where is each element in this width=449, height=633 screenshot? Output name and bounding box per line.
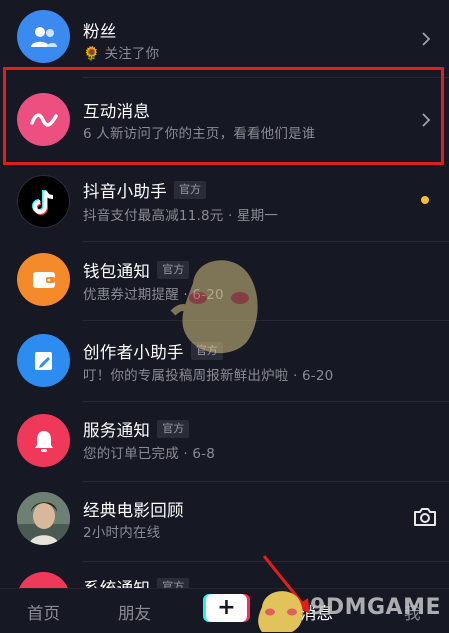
interaction-title: 互动消息: [83, 102, 151, 121]
watermark-text: 9DMGAME: [310, 595, 441, 620]
interaction-title-line: 互动消息: [83, 98, 150, 122]
system-notice-avatar: [17, 572, 70, 588]
unread-dot: [421, 196, 429, 204]
fans-subtitle-text: 关注了你: [104, 46, 160, 62]
people-icon: [17, 10, 70, 63]
creator-title: 创作者小助手: [83, 343, 184, 362]
fans-subtitle: 🌻 关注了你: [83, 42, 159, 62]
classic-movies-title-line: 经典电影回顾: [83, 497, 184, 521]
interaction-wave-icon: [17, 93, 70, 146]
list-item-fans[interactable]: 粉丝 🌻 关注了你: [0, 0, 449, 78]
official-badge: 官方: [174, 181, 206, 199]
wallet-icon: [17, 253, 70, 306]
list-item-douyin-assistant[interactable]: 抖音小助手 官方 抖音支付最高减11.8元 · 星期一: [0, 172, 449, 252]
douyin-assistant-title-line: 抖音小助手 官方: [83, 178, 206, 202]
service-title-line: 服务通知 官方: [83, 417, 190, 441]
list-item-classic-movies[interactable]: 经典电影回顾 2小时内在线: [0, 491, 449, 571]
list-item-service-notice[interactable]: 服务通知 官方 您的订单已完成 · 6-8: [0, 411, 449, 491]
list-item-creator-assistant[interactable]: 创作者小助手 官方 叮！你的专属投稿周报新鲜出炉啦 · 6-20: [0, 331, 449, 411]
create-button[interactable]: +: [206, 594, 247, 622]
watermark-mascot-icon: [258, 591, 303, 632]
edit-icon: [17, 334, 70, 387]
tab-friends[interactable]: 朋友: [118, 600, 151, 624]
creator-subtitle: 叮！你的专属投稿周报新鲜出炉啦 · 6-20: [83, 368, 334, 384]
wallet-subtitle: 优惠券过期提醒 · 6-20: [83, 287, 224, 303]
tiktok-logo-icon: [17, 175, 70, 228]
list-item-wallet-notice[interactable]: 钱包通知 官方 优惠券过期提醒 · 6-20: [0, 250, 449, 330]
official-badge: 官方: [157, 578, 190, 588]
interaction-subtitle: 6 人新访问了你的主页，看看他们是谁: [83, 126, 316, 142]
chevron-right-icon: [422, 32, 431, 46]
plus-icon: +: [217, 595, 236, 620]
official-badge: 官方: [190, 342, 223, 360]
bell-icon: [17, 414, 70, 467]
list-item-interaction[interactable]: 互动消息 6 人新访问了你的主页，看看他们是谁: [0, 78, 449, 166]
classic-movies-subtitle: 2小时内在线: [83, 525, 161, 541]
official-badge: 官方: [157, 420, 190, 438]
wallet-title: 钱包通知: [83, 262, 151, 281]
divider: [83, 481, 449, 482]
divider: [83, 241, 449, 242]
list-item-system-notice[interactable]: 系统通知 官方: [0, 570, 449, 588]
douyin-assistant-title: 抖音小助手: [83, 182, 167, 201]
divider: [83, 320, 449, 321]
user-photo-avatar: [17, 492, 70, 545]
camera-icon[interactable]: [412, 506, 438, 528]
fans-title: 粉丝: [83, 22, 117, 41]
sunflower-icon: 🌻: [83, 46, 101, 62]
system-title-line: 系统通知 官方: [83, 575, 190, 588]
service-subtitle: 您的订单已完成 · 6-8: [83, 446, 216, 462]
classic-movies-title: 经典电影回顾: [83, 501, 184, 520]
fans-title-line: 粉丝: [83, 18, 117, 42]
system-title: 系统通知: [83, 575, 150, 588]
douyin-assistant-subtitle: 抖音支付最高减11.8元 · 星期一: [83, 208, 279, 224]
tab-home[interactable]: 首页: [27, 600, 60, 624]
divider: [83, 401, 449, 402]
official-badge: 官方: [157, 261, 190, 279]
wallet-title-line: 钱包通知 官方: [83, 258, 190, 282]
message-list: 粉丝 🌻 关注了你 互动消息 6 人新访问了你的主页，看看他们是谁 抖音小助手 …: [0, 0, 449, 588]
service-title: 服务通知: [83, 421, 151, 440]
creator-title-line: 创作者小助手 官方: [83, 339, 223, 363]
chevron-right-icon: [422, 113, 431, 127]
